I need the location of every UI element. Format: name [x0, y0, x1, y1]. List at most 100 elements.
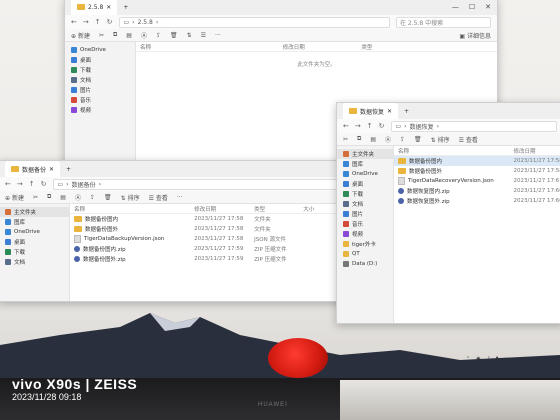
file-row[interactable]: 数据备份图外.zip 2023/11/27 17:59 ZIP 压缩文件 — [70, 254, 347, 264]
sidebar-item[interactable]: 桌面 — [65, 55, 135, 65]
more-icon[interactable]: ··· — [177, 194, 183, 201]
file-row[interactable]: TigerDataBackupVersion.json 2023/11/27 17… — [70, 234, 347, 244]
sidebar-item[interactable]: QT — [337, 249, 393, 259]
file-row[interactable]: 数据备份图内 2023/11/27 17:58 文件夹 — [70, 214, 347, 224]
refresh-icon[interactable]: ↻ — [107, 18, 113, 26]
delete-icon[interactable]: 🗑 — [170, 32, 178, 39]
sidebar-item[interactable]: 视频 — [337, 229, 393, 239]
sort-icon[interactable]: ⇅ — [187, 32, 192, 39]
new-tab-icon[interactable]: + — [60, 166, 71, 173]
address-input[interactable]: ▭ › 数据备份 › — [52, 178, 341, 190]
file-row[interactable]: 数据备份图外 2023/11/27 17:58 — [394, 166, 560, 176]
cut-icon[interactable]: ✂ — [99, 32, 104, 39]
sidebar-item[interactable]: 音乐 — [337, 219, 393, 229]
sidebar-item[interactable]: OneDrive — [337, 169, 393, 179]
address-input[interactable]: ▭ › 数据恢复 › — [390, 120, 557, 132]
refresh-icon[interactable]: ↻ — [379, 122, 385, 130]
sidebar-item[interactable]: 下载 — [0, 247, 69, 257]
sort-button[interactable]: ⇅ 排序 — [431, 135, 450, 144]
column-name[interactable]: 名称 — [398, 147, 514, 155]
sidebar-item[interactable]: 文档 — [0, 257, 69, 267]
tab-data-recovery[interactable]: 数据恢复 ✕ — [343, 103, 399, 119]
cut-icon[interactable]: ✂ — [343, 136, 348, 143]
close-icon[interactable]: ✕ — [485, 3, 491, 11]
close-tab-icon[interactable]: ✕ — [49, 166, 54, 173]
sidebar-item[interactable]: 主文件夹 — [337, 149, 393, 159]
copy-icon[interactable]: ⧉ — [47, 193, 51, 201]
new-button[interactable]: ⊕ 新建 — [5, 193, 24, 202]
sidebar-item[interactable]: 图库 — [337, 159, 393, 169]
maximize-icon[interactable]: ☐ — [469, 3, 475, 11]
paste-icon[interactable]: ▤ — [370, 136, 376, 143]
view-button[interactable]: ☰ 查看 — [459, 135, 478, 144]
up-arrow-icon[interactable]: ↑ — [29, 180, 35, 188]
sidebar-item[interactable]: 下载 — [337, 189, 393, 199]
new-button[interactable]: ⊕ 新建 — [71, 31, 90, 40]
sidebar-item[interactable]: 图库 — [0, 217, 69, 227]
column-date[interactable]: 修改日期 — [514, 147, 560, 155]
sidebar-item[interactable]: Data (D:) — [337, 259, 393, 269]
file-row[interactable]: 数据恢复图外.zip 2023/11/27 17:60 — [394, 196, 560, 206]
copy-icon[interactable]: ⧉ — [357, 135, 361, 143]
search-input[interactable]: 在 2.5.8 中搜索 — [396, 16, 491, 28]
sidebar-item[interactable]: 文档 — [65, 75, 135, 85]
close-tab-icon[interactable]: ✕ — [387, 108, 392, 115]
details-button[interactable]: ▣ 详细信息 — [459, 31, 491, 40]
view-button[interactable]: ☰ 查看 — [149, 193, 168, 202]
column-name[interactable]: 名称 — [74, 205, 194, 213]
forward-arrow-icon[interactable]: → — [355, 122, 361, 130]
share-icon[interactable]: ⇪ — [90, 194, 95, 201]
sidebar-item[interactable]: 音乐 — [65, 95, 135, 105]
close-tab-icon[interactable]: ✕ — [106, 4, 111, 11]
sidebar-item[interactable]: 主文件夹 — [0, 207, 69, 217]
forward-arrow-icon[interactable]: → — [17, 180, 23, 188]
paste-icon[interactable]: ▤ — [126, 32, 132, 39]
file-row[interactable]: 数据恢复图内.zip 2023/11/27 17:60 — [394, 186, 560, 196]
sidebar-item[interactable]: 文档 — [337, 199, 393, 209]
file-row[interactable]: 数据备份图外 2023/11/27 17:58 文件夹 — [70, 224, 347, 234]
chevron-up-icon[interactable]: ⌃ — [466, 356, 470, 362]
column-type[interactable]: 类型 — [254, 205, 303, 213]
cut-icon[interactable]: ✂ — [33, 194, 38, 201]
more-icon[interactable]: ··· — [215, 32, 221, 39]
up-arrow-icon[interactable]: ↑ — [95, 18, 101, 26]
sidebar-item[interactable]: 下载 — [65, 65, 135, 75]
address-input[interactable]: ▭ › 2.5.8 › — [118, 16, 390, 28]
sidebar-item[interactable]: tiger外卡 — [337, 239, 393, 249]
rename-icon[interactable]: Ⓐ — [75, 193, 81, 202]
minimize-icon[interactable]: — — [452, 3, 459, 11]
back-arrow-icon[interactable]: ← — [5, 180, 11, 188]
back-arrow-icon[interactable]: ← — [343, 122, 349, 130]
column-name[interactable]: 名称 — [140, 43, 283, 51]
volume-icon[interactable]: ♪ — [487, 356, 490, 362]
back-arrow-icon[interactable]: ← — [71, 18, 77, 26]
sidebar-item[interactable]: OneDrive — [0, 227, 69, 237]
copy-icon[interactable]: ⧉ — [113, 31, 117, 39]
sidebar-item[interactable]: 图片 — [65, 85, 135, 95]
delete-icon[interactable]: 🗑 — [104, 194, 112, 201]
sidebar-item[interactable]: 视频 — [65, 105, 135, 115]
rename-icon[interactable]: Ⓐ — [141, 31, 147, 40]
up-arrow-icon[interactable]: ↑ — [367, 122, 373, 130]
tab-data-backup[interactable]: 数据备份 ✕ — [5, 161, 61, 177]
file-row[interactable]: 数据备份图内.zip 2023/11/27 17:59 ZIP 压缩文件 — [70, 244, 347, 254]
file-row[interactable]: TigerDataRecoveryVersion.json 2023/11/27 … — [394, 176, 560, 186]
tab-2-5-8[interactable]: 2.5.8 ✕ — [71, 0, 118, 15]
network-icon[interactable]: ◉ — [476, 356, 480, 362]
paste-icon[interactable]: ▤ — [60, 194, 66, 201]
column-date[interactable]: 修改日期 — [283, 43, 362, 51]
view-icon[interactable]: ☰ — [201, 32, 206, 39]
refresh-icon[interactable]: ↻ — [41, 180, 47, 188]
file-row[interactable]: 数据备份图内 2023/11/27 17:58 — [394, 156, 560, 166]
battery-icon[interactable]: ▮ — [496, 356, 499, 362]
delete-icon[interactable]: 🗑 — [414, 136, 422, 143]
sort-button[interactable]: ⇅ 排序 — [121, 193, 140, 202]
new-tab-icon[interactable]: + — [398, 108, 409, 115]
new-tab-icon[interactable]: + — [117, 4, 128, 11]
explorer-window-data-recovery[interactable]: 数据恢复 ✕ + ← → ↑ ↻ ▭ › 数据恢复 › ✂ ⧉ ▤ Ⓐ ⇪ 🗑 ⇅ … — [336, 102, 560, 324]
forward-arrow-icon[interactable]: → — [83, 18, 89, 26]
sidebar-item[interactable]: OneDrive — [65, 45, 135, 55]
rename-icon[interactable]: Ⓐ — [385, 135, 391, 144]
sidebar-item[interactable]: 图片 — [337, 209, 393, 219]
share-icon[interactable]: ⇪ — [400, 136, 405, 143]
